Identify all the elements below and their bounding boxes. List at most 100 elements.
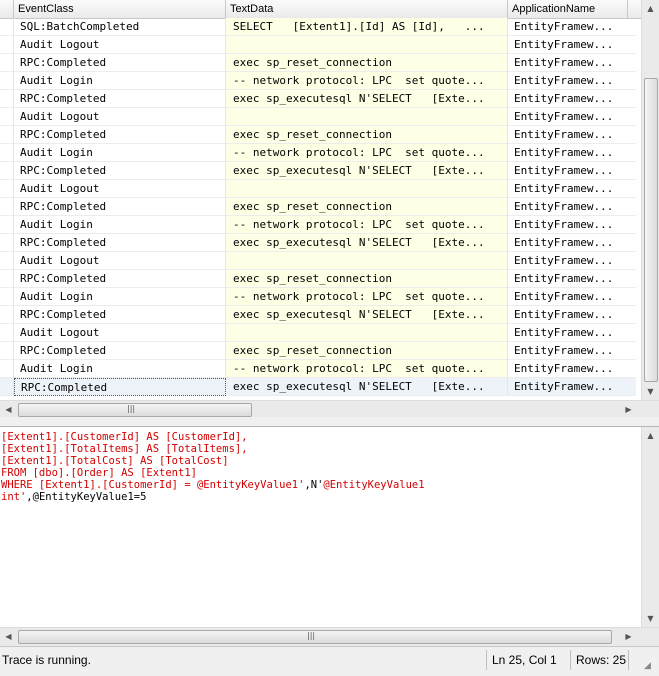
cell-textdata: SELECT [Extent1].[Id] AS [Id], ... (226, 18, 508, 36)
cell-applicationname: EntityFramew... (508, 72, 636, 90)
status-row-count: Rows: 25 (576, 653, 627, 667)
table-row[interactable]: Audit Logout EntityFramew... (0, 36, 636, 54)
table-row[interactable]: RPC:Completed exec sp_executesql N'SELECT… (0, 90, 636, 108)
column-header-applicationname[interactable]: ApplicationName (508, 0, 628, 18)
column-header-textdata[interactable]: TextData (226, 0, 508, 18)
cell-eventclass: RPC:Completed (14, 54, 226, 72)
table-row[interactable]: Audit Login -- network protocol: LPC set … (0, 144, 636, 162)
pane-splitter[interactable] (0, 417, 659, 427)
cell-eventclass: RPC:Completed (14, 234, 226, 252)
scroll-up-arrow-icon[interactable]: ▲ (642, 0, 659, 17)
detail-segment: WHERE [Extent1].[CustomerId] = @EntityKe… (1, 479, 305, 491)
cell-applicationname: EntityFramew... (508, 306, 636, 324)
row-header-column (0, 0, 14, 18)
detail-segment: [Extent1].[CustomerId] AS [CustomerId], (1, 431, 248, 443)
cell-textdata (226, 324, 508, 342)
table-row[interactable]: Audit Logout EntityFramew... (0, 252, 636, 270)
row-selector (0, 306, 14, 324)
table-row[interactable]: RPC:Completed exec sp_executesql N'SELECT… (0, 234, 636, 252)
status-separator (628, 650, 629, 670)
cell-textdata: -- network protocol: LPC set quote... (226, 216, 508, 234)
detail-line: [Extent1].[TotalItems] AS [TotalItems], (1, 443, 425, 455)
row-selector (0, 216, 14, 234)
scroll-right-arrow-icon[interactable]: ▶ (620, 628, 637, 645)
table-row[interactable]: Audit Login -- network protocol: LPC set … (0, 360, 636, 378)
cell-applicationname: EntityFramew... (508, 54, 636, 72)
textdata-detail-pane[interactable]: [Extent1].[CustomerId] AS [CustomerId],[… (0, 427, 637, 627)
table-row[interactable]: RPC:Completed exec sp_executesql N'SELECT… (0, 306, 636, 324)
cell-textdata (226, 252, 508, 270)
table-row[interactable]: RPC:Completed exec sp_executesql N'SELECT… (0, 162, 636, 180)
grid-vertical-scrollbar[interactable]: ▲ ▼ (641, 0, 659, 400)
row-selector (0, 342, 14, 360)
cell-applicationname: EntityFramew... (508, 36, 636, 54)
cell-applicationname: EntityFramew... (508, 180, 636, 198)
table-row[interactable]: RPC:Completed exec sp_reset_connection Ent… (0, 342, 636, 360)
scroll-down-arrow-icon[interactable]: ▼ (642, 383, 659, 400)
cell-applicationname: EntityFramew... (508, 108, 636, 126)
detail-segment: int' (1, 491, 27, 503)
scroll-up-arrow-icon[interactable]: ▲ (642, 427, 659, 444)
cell-applicationname: EntityFramew... (508, 216, 636, 234)
cell-applicationname: EntityFramew... (508, 324, 636, 342)
cell-eventclass: Audit Login (14, 360, 226, 378)
cell-textdata: exec sp_reset_connection (226, 342, 508, 360)
grid-horizontal-scrollbar[interactable]: ◀ ||| ▶ (0, 400, 659, 418)
cell-eventclass: Audit Login (14, 144, 226, 162)
grid-horizontal-scroll-thumb[interactable]: ||| (18, 403, 252, 417)
table-row[interactable]: RPC:Completed exec sp_reset_connection Ent… (0, 198, 636, 216)
table-row[interactable]: RPC:Completed exec sp_reset_connection Ent… (0, 270, 636, 288)
column-header-eventclass[interactable]: EventClass (14, 0, 226, 18)
row-selector (0, 162, 14, 180)
scroll-left-arrow-icon[interactable]: ◀ (0, 401, 17, 418)
cell-applicationname: EntityFramew... (508, 144, 636, 162)
cell-eventclass: Audit Logout (14, 108, 226, 126)
scroll-left-arrow-icon[interactable]: ◀ (0, 628, 17, 645)
status-message: Trace is running. (2, 653, 91, 667)
status-line-column: Ln 25, Col 1 (492, 653, 557, 667)
table-row[interactable]: Audit Login -- network protocol: LPC set … (0, 216, 636, 234)
cell-eventclass: RPC:Completed (14, 126, 226, 144)
row-selector (0, 54, 14, 72)
cell-eventclass: Audit Login (14, 288, 226, 306)
row-selector (0, 198, 14, 216)
detail-vertical-scrollbar[interactable]: ▲ ▼ (641, 427, 659, 627)
detail-segment: [Extent1].[TotalCost] AS [TotalCost] (1, 455, 229, 467)
cell-applicationname: EntityFramew... (508, 378, 636, 396)
cell-textdata: exec sp_executesql N'SELECT [Exte... (226, 90, 508, 108)
row-selector (0, 72, 14, 90)
detail-segment: ,N' (304, 479, 324, 491)
table-row[interactable]: RPC:Completed exec sp_reset_connection Ent… (0, 126, 636, 144)
table-row[interactable]: SQL:BatchCompleted SELECT [Extent1].[Id] … (0, 18, 636, 36)
cell-applicationname: EntityFramew... (508, 90, 636, 108)
table-row[interactable]: Audit Login -- network protocol: LPC set … (0, 288, 636, 306)
cell-eventclass: RPC:Completed (14, 306, 226, 324)
detail-horizontal-scrollbar[interactable]: ◀ ||| ▶ (0, 627, 659, 646)
row-selector (0, 270, 14, 288)
table-row[interactable]: RPC:Completed exec sp_reset_connection Ent… (0, 54, 636, 72)
table-row[interactable]: Audit Logout EntityFramew... (0, 180, 636, 198)
table-row[interactable]: Audit Logout EntityFramew... (0, 108, 636, 126)
table-row[interactable]: RPC:Completed exec sp_executesql N'SELECT… (0, 378, 636, 396)
row-selector (0, 288, 14, 306)
grid-vertical-scroll-thumb[interactable] (644, 78, 658, 382)
row-selector (0, 360, 14, 378)
detail-line: FROM [dbo].[Order] AS [Extent1] (1, 467, 425, 479)
cell-textdata (226, 108, 508, 126)
scroll-down-arrow-icon[interactable]: ▼ (642, 610, 659, 627)
cell-textdata: exec sp_executesql N'SELECT [Exte... (226, 378, 508, 396)
detail-horizontal-scroll-thumb[interactable]: ||| (18, 630, 612, 644)
trace-grid[interactable]: EventClass TextData ApplicationName SQL:… (0, 0, 659, 400)
row-selector (0, 378, 14, 396)
scroll-right-arrow-icon[interactable]: ▶ (620, 401, 637, 418)
cell-textdata: exec sp_executesql N'SELECT [Exte... (226, 306, 508, 324)
row-selector (0, 126, 14, 144)
table-row[interactable]: Audit Logout EntityFramew... (0, 324, 636, 342)
cell-textdata: -- network protocol: LPC set quote... (226, 144, 508, 162)
status-bar: Trace is running. Ln 25, Col 1 Rows: 25 … (0, 646, 659, 676)
table-row[interactable]: Audit Login -- network protocol: LPC set … (0, 72, 636, 90)
resize-grip-icon[interactable]: ◢ (644, 661, 651, 671)
status-separator (570, 650, 571, 670)
cell-applicationname: EntityFramew... (508, 162, 636, 180)
textdata-detail-text: [Extent1].[CustomerId] AS [CustomerId],[… (1, 431, 425, 503)
